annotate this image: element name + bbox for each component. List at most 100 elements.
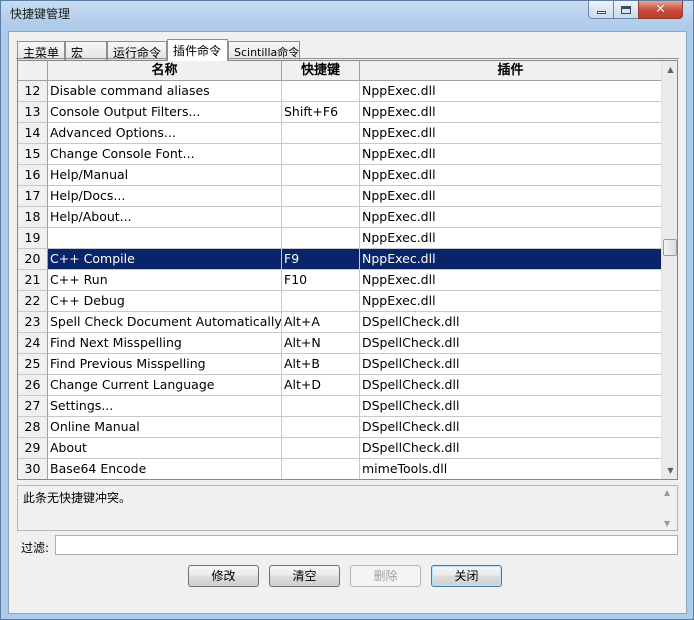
table-row[interactable]: 17 Help/Docs... NppExec.dll xyxy=(18,186,662,207)
maximize-button[interactable] xyxy=(613,1,639,19)
row-plugin: NppExec.dll xyxy=(360,123,662,144)
row-number: 21 xyxy=(18,270,48,291)
row-plugin: NppExec.dll xyxy=(360,249,662,270)
table-row[interactable]: 25 Find Previous Misspelling Alt+B DSpellCh… xyxy=(18,354,662,375)
row-name: Online Manual xyxy=(48,417,282,438)
scroll-down-icon[interactable]: ▼ xyxy=(662,462,677,479)
table-row[interactable]: 18 Help/About... NppExec.dll xyxy=(18,207,662,228)
header-plugin[interactable]: 插件 xyxy=(360,61,662,81)
scroll-up-icon[interactable]: ▲ xyxy=(662,61,677,78)
table-row[interactable]: 27 Settings... DSpellCheck.dll xyxy=(18,396,662,417)
row-number: 18 xyxy=(18,207,48,228)
window-title: 快捷键管理 xyxy=(10,7,71,21)
row-shortcut xyxy=(282,81,360,102)
row-shortcut: Alt+D xyxy=(282,375,360,396)
minimize-icon xyxy=(596,11,606,14)
row-plugin: DSpellCheck.dll xyxy=(360,375,662,396)
row-number: 26 xyxy=(18,375,48,396)
row-number: 14 xyxy=(18,123,48,144)
filter-input[interactable] xyxy=(55,535,678,555)
row-shortcut xyxy=(282,123,360,144)
row-number: 25 xyxy=(18,354,48,375)
table-row[interactable]: 13 Console Output Filters... Shift+F6 NppEx… xyxy=(18,102,662,123)
close-icon: ✕ xyxy=(655,2,666,17)
table-row[interactable]: 20 C++ Compile F9 NppExec.dll xyxy=(18,249,662,270)
scroll-up-icon: ▲ xyxy=(664,488,671,497)
row-name: Console Output Filters... xyxy=(48,102,282,123)
row-plugin: NppExec.dll xyxy=(360,228,662,249)
conflict-info-box[interactable]: 此条无快捷键冲突。 ▲ ▼ xyxy=(17,485,678,531)
title-bar[interactable]: 快捷键管理 ✕ xyxy=(1,1,693,25)
header-shortcut[interactable]: 快捷键 xyxy=(282,61,360,81)
table-row[interactable]: 12 Disable command aliases NppExec.dll xyxy=(18,81,662,102)
shortcut-grid[interactable]: 名称 快捷键 插件 12 Disable command aliases NppEx… xyxy=(17,60,678,480)
row-name: Help/Manual xyxy=(48,165,282,186)
row-plugin: DSpellCheck.dll xyxy=(360,438,662,459)
shortcut-manager-window: 快捷键管理 ✕ 主菜单 宏 运行命令 插件命令 Scintilla命令 名称 快… xyxy=(0,0,694,620)
row-plugin: mimeTools.dll xyxy=(360,459,662,479)
row-plugin: NppExec.dll xyxy=(360,207,662,228)
row-plugin: NppExec.dll xyxy=(360,270,662,291)
row-number: 15 xyxy=(18,144,48,165)
scrollbar-thumb[interactable] xyxy=(663,239,677,256)
row-number: 17 xyxy=(18,186,48,207)
header-name[interactable]: 名称 xyxy=(48,61,282,81)
row-shortcut xyxy=(282,417,360,438)
row-plugin: NppExec.dll xyxy=(360,144,662,165)
close-button[interactable]: 关闭 xyxy=(431,565,502,587)
row-shortcut xyxy=(282,165,360,186)
table-row[interactable]: 22 C++ Debug NppExec.dll xyxy=(18,291,662,312)
row-shortcut xyxy=(282,396,360,417)
modify-button[interactable]: 修改 xyxy=(188,565,259,587)
row-plugin: DSpellCheck.dll xyxy=(360,333,662,354)
row-name: Change Current Language xyxy=(48,375,282,396)
row-name: Disable command aliases xyxy=(48,81,282,102)
row-number: 29 xyxy=(18,438,48,459)
table-row[interactable]: 15 Change Console Font... NppExec.dll xyxy=(18,144,662,165)
row-shortcut xyxy=(282,438,360,459)
grid-vertical-scrollbar[interactable]: ▲ ▼ xyxy=(661,61,677,479)
table-row[interactable]: 14 Advanced Options... NppExec.dll xyxy=(18,123,662,144)
row-number: 13 xyxy=(18,102,48,123)
row-name: Help/About... xyxy=(48,207,282,228)
row-name: C++ Run xyxy=(48,270,282,291)
row-name: Find Previous Misspelling xyxy=(48,354,282,375)
row-shortcut xyxy=(282,291,360,312)
delete-button[interactable]: 删除 xyxy=(350,565,421,587)
row-number: 27 xyxy=(18,396,48,417)
row-name: Find Next Misspelling xyxy=(48,333,282,354)
row-plugin: NppExec.dll xyxy=(360,102,662,123)
dialog-client-area: 主菜单 宏 运行命令 插件命令 Scintilla命令 名称 快捷键 插件 12… xyxy=(8,31,687,614)
row-name xyxy=(48,228,282,249)
header-corner xyxy=(18,61,48,81)
row-number: 12 xyxy=(18,81,48,102)
row-name: Help/Docs... xyxy=(48,186,282,207)
row-plugin: NppExec.dll xyxy=(360,291,662,312)
row-plugin: NppExec.dll xyxy=(360,81,662,102)
tab-plugin-commands[interactable]: 插件命令 xyxy=(167,39,228,61)
grid-header: 名称 快捷键 插件 xyxy=(18,61,662,81)
table-row[interactable]: 28 Online Manual DSpellCheck.dll xyxy=(18,417,662,438)
table-row[interactable]: 16 Help/Manual NppExec.dll xyxy=(18,165,662,186)
row-name: Change Console Font... xyxy=(48,144,282,165)
table-row[interactable]: 21 C++ Run F10 NppExec.dll xyxy=(18,270,662,291)
table-row[interactable]: 30 Base64 Encode mimeTools.dll xyxy=(18,459,662,479)
table-row[interactable]: 29 About DSpellCheck.dll xyxy=(18,438,662,459)
table-row[interactable]: 26 Change Current Language Alt+D DSpellChec… xyxy=(18,375,662,396)
row-shortcut: F9 xyxy=(282,249,360,270)
row-shortcut: Alt+N xyxy=(282,333,360,354)
row-plugin: DSpellCheck.dll xyxy=(360,417,662,438)
minimize-button[interactable] xyxy=(588,1,614,19)
row-name: Advanced Options... xyxy=(48,123,282,144)
table-row[interactable]: 24 Find Next Misspelling Alt+N DSpellCheck.… xyxy=(18,333,662,354)
clear-button[interactable]: 清空 xyxy=(269,565,340,587)
row-name: Base64 Encode xyxy=(48,459,282,479)
table-row[interactable]: 23 Spell Check Document Automatically Alt+… xyxy=(18,312,662,333)
row-number: 20 xyxy=(18,249,48,270)
row-shortcut xyxy=(282,186,360,207)
scroll-down-icon: ▼ xyxy=(664,519,671,528)
close-window-button[interactable]: ✕ xyxy=(638,1,683,19)
filter-label: 过滤: xyxy=(21,541,50,555)
row-shortcut: Alt+A xyxy=(282,312,360,333)
table-row[interactable]: 19 NppExec.dll xyxy=(18,228,662,249)
